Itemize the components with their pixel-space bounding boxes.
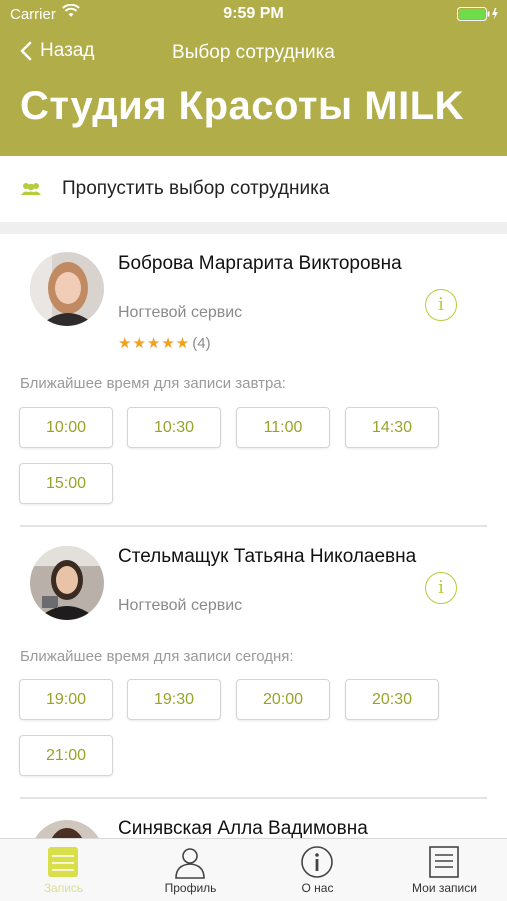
skip-label: Пропустить выбор сотрудника xyxy=(62,178,330,199)
rating-count: (4) xyxy=(192,335,211,352)
employee-photo xyxy=(30,546,104,620)
employee-photo xyxy=(30,252,104,326)
status-time: 9:59 PM xyxy=(223,5,284,22)
tab-bar: Запись Профиль О нас Мои записи xyxy=(0,838,507,901)
slots-caption: Ближайшее время для записи сегодня: xyxy=(20,648,294,665)
time-slot[interactable]: 20:30 xyxy=(345,679,439,720)
info-icon xyxy=(301,846,333,878)
tab-label: Профиль xyxy=(164,881,217,895)
time-slot[interactable]: 15:00 xyxy=(19,463,113,504)
time-slot[interactable]: 20:00 xyxy=(236,679,330,720)
employee-photo xyxy=(30,820,104,838)
avatar[interactable] xyxy=(30,820,104,838)
header: Carrier 9:59 PM Назад Выбор сотрудника С… xyxy=(0,0,507,156)
tab-booking[interactable]: Запись xyxy=(0,839,127,901)
employee-info-button[interactable]: i xyxy=(425,572,457,604)
time-slot[interactable]: 21:00 xyxy=(19,735,113,776)
navigation-bar: Назад Выбор сотрудника xyxy=(0,40,507,68)
list-icon xyxy=(429,846,459,878)
time-slot[interactable]: 10:30 xyxy=(127,407,221,448)
tab-label: О нас xyxy=(301,881,334,895)
status-bar: Carrier 9:59 PM xyxy=(0,0,507,28)
section-separator xyxy=(0,222,507,234)
employee-name: Стельмащук Татьяна Николаевна xyxy=(118,546,417,567)
tab-profile[interactable]: Профиль xyxy=(127,839,254,901)
avatar[interactable] xyxy=(30,546,104,620)
time-slot[interactable]: 11:00 xyxy=(236,407,330,448)
employee-role: Ногтевой сервис xyxy=(118,597,243,614)
employee-info-button[interactable]: i xyxy=(425,289,457,321)
tab-about[interactable]: О нас xyxy=(254,839,381,901)
employee-card: Синявская Алла Вадимовна xyxy=(0,807,507,838)
skip-employee-button[interactable]: Пропустить выбор сотрудника xyxy=(0,156,507,222)
page-title: Выбор сотрудника xyxy=(172,42,335,63)
calendar-icon xyxy=(48,847,78,877)
employee-name: Синявская Алла Вадимовна xyxy=(118,818,368,838)
time-slot[interactable]: 10:00 xyxy=(19,407,113,448)
studio-title: Студия Красоты MILK xyxy=(20,84,465,128)
time-slot[interactable]: 14:30 xyxy=(345,407,439,448)
divider xyxy=(20,797,487,799)
employee-role: Ногтевой сервис xyxy=(118,304,243,321)
tab-label: Мои записи xyxy=(412,881,477,895)
time-slot[interactable]: 19:30 xyxy=(127,679,221,720)
slots-caption: Ближайшее время для записи завтра: xyxy=(20,375,286,392)
group-icon xyxy=(21,183,41,195)
rating-stars: ★★★★★ xyxy=(118,335,191,352)
employee-card: Боброва Маргарита Викторовна Ногтевой се… xyxy=(0,234,507,534)
time-slot[interactable]: 19:00 xyxy=(19,679,113,720)
person-icon xyxy=(175,848,205,879)
avatar[interactable] xyxy=(30,252,104,326)
employee-card: Стельмащук Татьяна Николаевна Ногтевой с… xyxy=(0,527,507,807)
employee-name: Боброва Маргарита Викторовна xyxy=(118,253,402,274)
tab-label: Запись xyxy=(43,881,84,895)
rating: ★★★★★ (4) xyxy=(118,334,211,352)
tab-my-bookings[interactable]: Мои записи xyxy=(381,839,507,901)
battery-icon xyxy=(457,7,498,21)
